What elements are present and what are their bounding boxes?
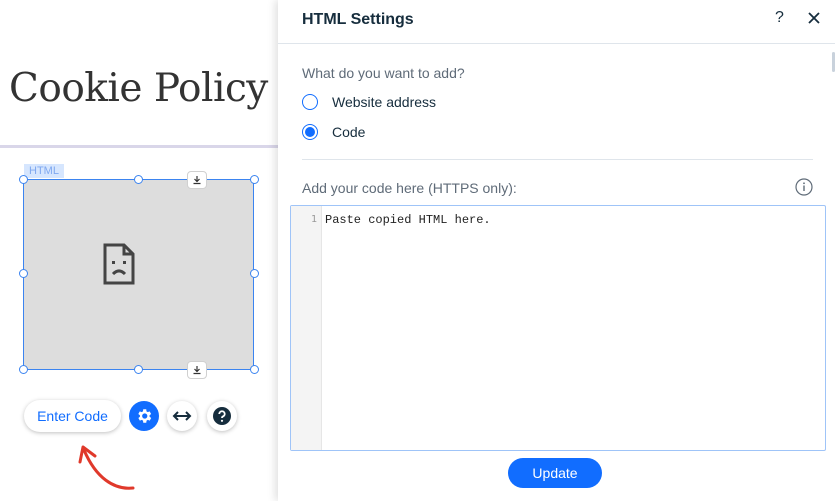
- stretch-button[interactable]: [167, 401, 197, 431]
- panel-header: HTML Settings ?: [278, 0, 835, 44]
- page-title: Cookie Policy: [9, 66, 268, 111]
- enter-code-button[interactable]: Enter Code: [24, 400, 121, 432]
- gear-icon: [138, 409, 152, 423]
- radio-website-address[interactable]: [302, 94, 318, 110]
- update-button[interactable]: Update: [508, 458, 602, 488]
- resize-handle-top-right[interactable]: [250, 175, 259, 184]
- anchor-button-bottom[interactable]: [187, 361, 207, 379]
- code-editor[interactable]: 1 Paste copied HTML here.: [290, 205, 826, 451]
- download-anchor-icon: [193, 366, 201, 375]
- code-field-label: Add your code here (HTTPS only):: [302, 180, 517, 196]
- line-number: 1: [311, 214, 318, 225]
- resize-handle-bottom-right[interactable]: [250, 365, 259, 374]
- close-icon[interactable]: [807, 11, 821, 25]
- code-input[interactable]: Paste copied HTML here.: [325, 213, 491, 227]
- editor-gutter: 1: [291, 206, 322, 450]
- option-label: Code: [332, 124, 366, 140]
- html-settings-panel: HTML Settings ? What do you want to add?…: [278, 0, 835, 501]
- resize-handle-top-left[interactable]: [19, 175, 28, 184]
- resize-handle-left[interactable]: [19, 269, 28, 278]
- element-type-tag: HTML: [24, 164, 64, 178]
- option-website-address[interactable]: Website address: [302, 94, 436, 110]
- stretch-arrows-icon: [172, 411, 192, 421]
- resize-handle-right[interactable]: [250, 269, 259, 278]
- section-separator: [302, 159, 813, 160]
- panel-title: HTML Settings: [302, 11, 414, 28]
- resize-handle-bottom[interactable]: [134, 365, 143, 374]
- help-button[interactable]: [207, 401, 237, 431]
- download-anchor-icon: [193, 176, 201, 185]
- info-icon[interactable]: [795, 178, 813, 196]
- resize-handle-top[interactable]: [134, 175, 143, 184]
- broken-document-icon: [103, 243, 135, 285]
- html-embed-element[interactable]: [23, 179, 254, 370]
- radio-code[interactable]: [302, 124, 318, 140]
- content-type-question: What do you want to add?: [302, 65, 465, 81]
- annotation-arrow-icon: [78, 445, 135, 490]
- option-code[interactable]: Code: [302, 124, 365, 140]
- resize-handle-bottom-left[interactable]: [19, 365, 28, 374]
- panel-help-button[interactable]: ?: [775, 9, 784, 27]
- anchor-button-top[interactable]: [187, 171, 207, 189]
- section-divider: [0, 145, 280, 148]
- editor-canvas: Cookie Policy HTML Enter Code: [0, 0, 280, 501]
- option-label: Website address: [332, 94, 437, 110]
- help-icon: [213, 407, 231, 425]
- settings-button[interactable]: [129, 401, 159, 431]
